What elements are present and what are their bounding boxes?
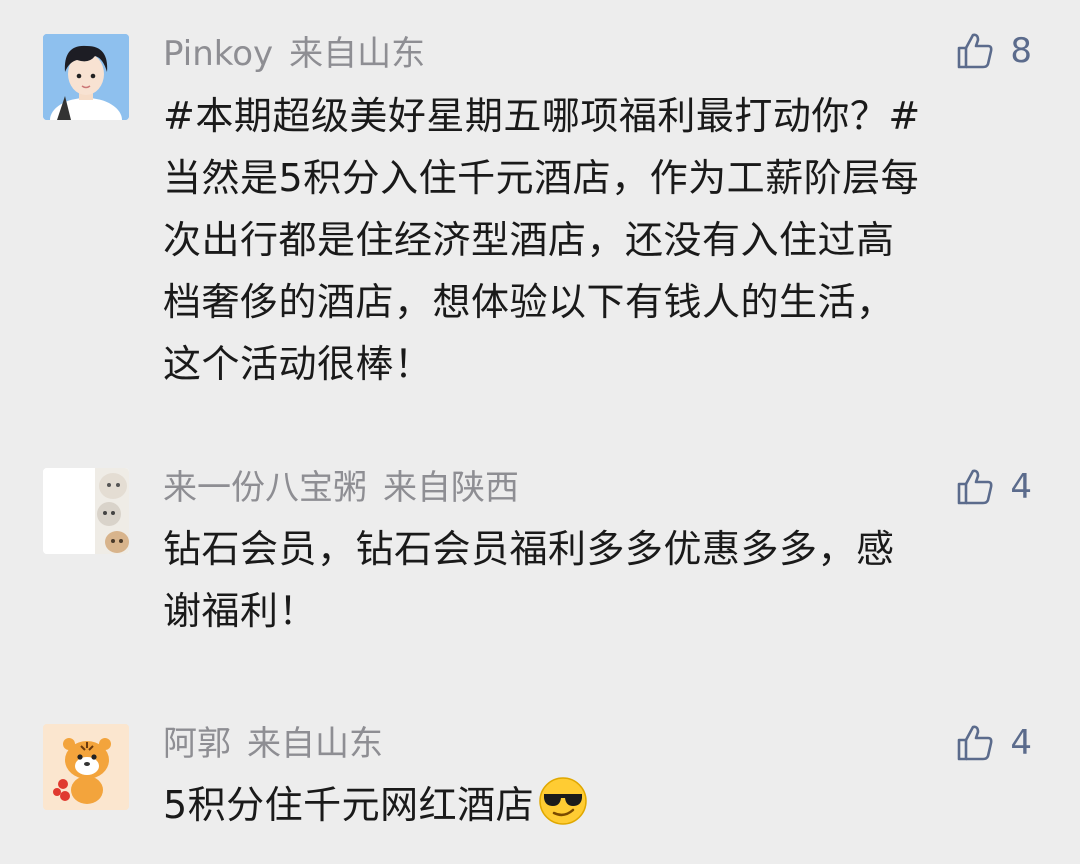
comment-line: 档奢侈的酒店，想体验以下有钱人的生活， (163, 280, 895, 324)
comment-line: 5积分住千元网红酒店 (163, 774, 1043, 836)
comment-item: 阿郭 来自山东 4 5积分住千元网红酒店 (0, 700, 1080, 864)
username[interactable]: Pinkoy (163, 34, 273, 74)
comment-line: 钻石会员，钻石会员福利多多优惠多多，感 (163, 527, 895, 571)
boy-avatar-icon (43, 34, 129, 120)
comment-line: 谢福利！ (163, 589, 318, 633)
location-label: 来自山东 (247, 724, 383, 764)
comment-text: 钻石会员，钻石会员福利多多优惠多多，感 谢福利！ (163, 518, 1043, 642)
comment-line: 这个活动很棒！ (163, 342, 433, 386)
tiger-avatar-icon (43, 724, 129, 810)
comment-item: Pinkoy 来自山东 8 #本期超级美好星期五哪项福利最打动你？# 当然是5积分… (0, 0, 1080, 420)
comment-line-text: 5积分住千元网红酒店 (163, 783, 535, 827)
sunglasses-emoji-icon (539, 777, 587, 825)
comment-line: #本期超级美好星期五哪项福利最打动你？# (163, 94, 921, 138)
like-count: 8 (1010, 31, 1032, 71)
location-label: 来自陕西 (383, 468, 519, 508)
comment-meta: Pinkoy 来自山东 (163, 34, 425, 74)
thumbs-up-icon (958, 33, 993, 69)
username[interactable]: 来一份八宝粥 (163, 468, 367, 508)
like-count: 4 (1010, 467, 1032, 507)
comment-line: 当然是5积分入住千元酒店，作为工薪阶层每 (163, 156, 920, 200)
thumbs-up-icon (958, 469, 993, 505)
like-button[interactable]: 4 (954, 464, 1032, 510)
comment-text: #本期超级美好星期五哪项福利最打动你？# 当然是5积分入住千元酒店，作为工薪阶层… (163, 85, 1043, 395)
avatar[interactable] (43, 724, 129, 810)
username[interactable]: 阿郭 (163, 724, 231, 764)
cats-avatar-icon (43, 468, 129, 554)
like-button[interactable]: 4 (954, 720, 1032, 766)
thumbs-up-icon (958, 725, 993, 761)
comment-text: 5积分住千元网红酒店 (163, 774, 1043, 836)
avatar[interactable] (43, 34, 129, 120)
comment-meta: 阿郭 来自山东 (163, 724, 383, 764)
like-button[interactable]: 8 (954, 28, 1032, 74)
avatar[interactable] (43, 468, 129, 554)
like-count: 4 (1010, 723, 1032, 763)
location-label: 来自山东 (289, 34, 426, 74)
comment-item: 来一份八宝粥 来自陕西 4 钻石会员，钻石会员福利多多优惠多多，感 谢福利！ (0, 440, 1080, 660)
comment-line: 次出行都是住经济型酒店，还没有入住过高 (163, 218, 895, 262)
comment-meta: 来一份八宝粥 来自陕西 (163, 468, 519, 508)
